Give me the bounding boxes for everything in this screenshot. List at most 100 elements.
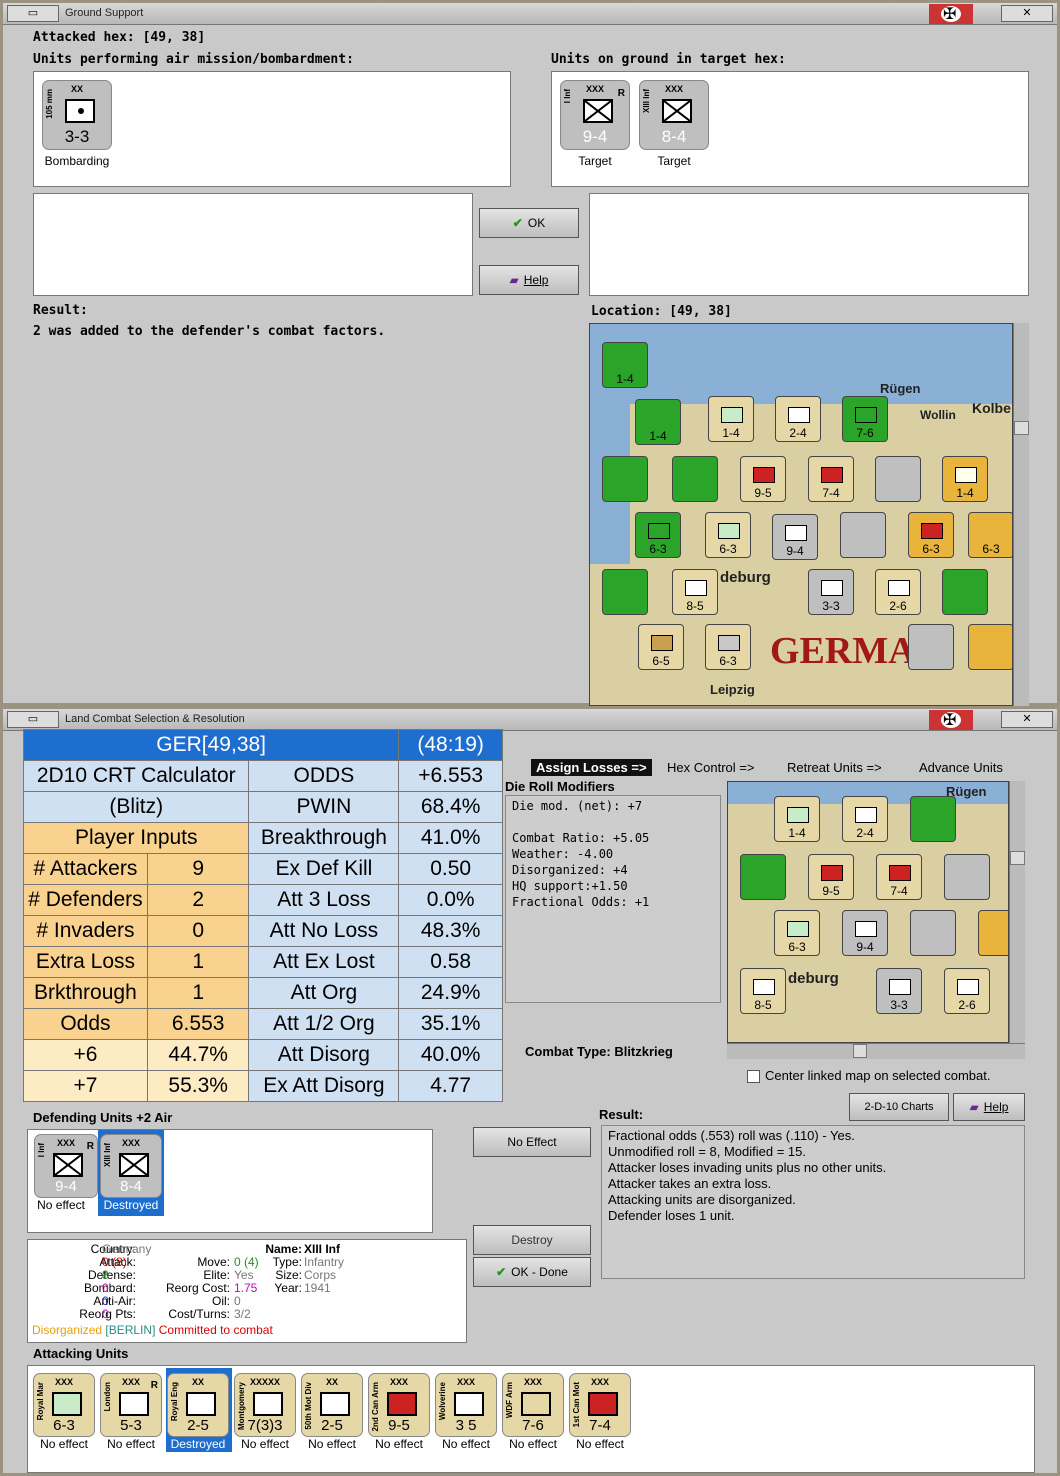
map-counter[interactable]: 9-5 [808,854,854,900]
map-counter[interactable] [602,569,648,615]
map-counter[interactable]: 9-4 [842,910,888,956]
map-counter[interactable]: 7-4 [808,456,854,502]
air-units-list[interactable]: XX 105 mm 3-3 Bombarding [33,71,511,187]
map-counter[interactable] [840,512,886,558]
die-mod-line: Combat Ratio: +5.05 [512,831,650,845]
ground-units-list[interactable]: XXX I Inf R 9-4 Target XXX XIII Inf 8-4 … [551,71,1029,187]
input-value[interactable]: 1 [146,977,250,1009]
map-counter[interactable]: 8-5 [672,569,718,615]
ok-done-button[interactable]: ✔ OK - Done [473,1257,591,1287]
close-button[interactable]: ✕ [1001,711,1053,728]
map-counter[interactable]: 6-5 [638,624,684,670]
center-map-checkbox[interactable] [747,1070,760,1083]
map-counter[interactable]: 3-3 [876,968,922,1014]
tab-assign-losses[interactable]: Assign Losses => [531,759,652,776]
attacker-unit-counter[interactable]: XXX London R 5-3 [100,1373,162,1437]
map-counter[interactable]: 2-6 [875,569,921,615]
unit-type-icon [521,1392,551,1416]
map-counter[interactable]: 1-4 [942,456,988,502]
map-counter[interactable] [978,910,1008,956]
charts-button[interactable]: 2-D-10 Charts [849,1093,949,1121]
attacker-unit-counter[interactable]: XXXXX Montgomery 7(3)3 [234,1373,296,1437]
map-counter[interactable]: 6-3 [705,624,751,670]
air-unit-counter[interactable]: XX 105 mm 3-3 [42,80,112,150]
input-value[interactable]: 9 [146,853,250,885]
input-value[interactable]: 0 [146,915,250,947]
gs-result-text: 2 was added to the defender's combat fac… [33,324,386,339]
tab-advance-units[interactable]: Advance Units [919,760,1003,775]
map-counter[interactable] [740,854,786,900]
lc-titlebar[interactable]: ▭ Land Combat Selection & Resolution ✕ [3,709,1057,731]
map-counter[interactable] [875,456,921,502]
map-counter[interactable]: 2-4 [775,396,821,442]
tab-retreat-units[interactable]: Retreat Units => [787,760,882,775]
map-counter[interactable]: 6-3 [968,512,1012,558]
map-counter[interactable] [942,569,988,615]
input-value[interactable]: 6.553 [146,1008,250,1040]
map-counter[interactable] [910,796,956,842]
close-button[interactable]: ✕ [1001,5,1053,22]
map-counter[interactable]: 9-4 [772,514,818,560]
map-counter[interactable]: 7-4 [876,854,922,900]
destroy-label: Destroy [511,1233,553,1247]
scroll-thumb[interactable] [1010,851,1025,865]
defender-unit-counter[interactable]: XXX I Inf R 9-4 [34,1134,98,1198]
map-counter[interactable]: 1-4 [774,796,820,842]
map-counter[interactable]: 1-4 [708,396,754,442]
system-menu-button[interactable]: ▭ [7,711,59,728]
attacker-unit-counter[interactable]: XXX Royal Mar 6-3 [33,1373,95,1437]
attacker-unit-counter[interactable]: XX 50th Mot Div 2-5 [301,1373,363,1437]
linked-map-hscroll[interactable] [727,1043,1025,1059]
ok-button[interactable]: ✔ OK [479,208,579,238]
map-counter[interactable]: 8-5 [740,968,786,1014]
attacker-unit-counter[interactable]: XXX 1st Can Mot 7-4 [569,1373,631,1437]
map-counter[interactable]: 6-3 [635,512,681,558]
map-counter[interactable]: 3-3 [808,569,854,615]
map-counter[interactable]: 1-4 [602,342,648,388]
map-counter[interactable]: 6-3 [705,512,751,558]
ground-unit-counter[interactable]: XXX XIII Inf 8-4 [639,80,709,150]
input-value[interactable]: 1 [146,946,250,978]
linked-map-vscroll[interactable] [1009,781,1025,1043]
system-menu-button[interactable]: ▭ [7,5,59,22]
ground-unit-status: Target [657,154,691,168]
unit-factors: 3 5 [455,1417,477,1434]
unit-factors: 9-4 [55,1178,77,1195]
map-counter[interactable]: 2-4 [842,796,888,842]
location-map[interactable]: Rügen Wollin Kolbe GERMA deburg Leipzig … [589,323,1013,706]
map-counter[interactable]: 6-3 [774,910,820,956]
unit-factors: 7(3)3 [247,1417,283,1434]
map-counter[interactable]: 9-5 [740,456,786,502]
defending-units-list[interactable]: XXX I Inf R 9-4 No effect XXX XIII Inf 8… [27,1129,433,1233]
unit-type-icon [253,1392,283,1416]
input-value[interactable]: 2 [146,884,250,916]
no-effect-button[interactable]: No Effect [473,1127,591,1157]
map-counter[interactable] [910,910,956,956]
help-button[interactable]: ▰ Help [479,265,579,295]
ground-unit-counter[interactable]: XXX I Inf R 9-4 [560,80,630,150]
map-counter[interactable]: 7-6 [842,396,888,442]
map-counter[interactable] [908,624,954,670]
map-counter[interactable] [672,456,718,502]
attacker-unit-counter[interactable]: XXX Wolverine 3 5 [435,1373,497,1437]
scroll-thumb[interactable] [1014,421,1029,435]
map-counter[interactable]: 1-4 [635,399,681,445]
map-counter[interactable]: 6-3 [908,512,954,558]
gs-titlebar[interactable]: ▭ Ground Support ✕ [3,3,1057,25]
map-counter[interactable]: 2-6 [944,968,990,1014]
map-counter[interactable] [944,854,990,900]
unit-type-icon [454,1392,484,1416]
tab-hex-control[interactable]: Hex Control => [667,760,754,775]
attacker-unit-counter[interactable]: XX Royal Eng 2-5 [167,1373,229,1437]
destroy-button[interactable]: Destroy [473,1225,591,1255]
crt-value: +6.553 [398,760,503,792]
linked-map[interactable]: Rügen 1-4 2-4 9-5 7-4 6-3 9-4 deburg 8-5… [727,781,1009,1043]
map-vertical-scrollbar[interactable] [1013,323,1029,706]
attacker-unit-counter[interactable]: XXX 2nd Can Arm 9-5 [368,1373,430,1437]
help-button[interactable]: ▰ Help [953,1093,1025,1121]
defender-unit-counter[interactable]: XXX XIII Inf 8-4 [100,1134,162,1198]
scroll-thumb[interactable] [853,1044,867,1058]
map-counter[interactable] [602,456,648,502]
attacker-unit-counter[interactable]: XXX WDF Arm 7-6 [502,1373,564,1437]
map-counter[interactable] [968,624,1012,670]
